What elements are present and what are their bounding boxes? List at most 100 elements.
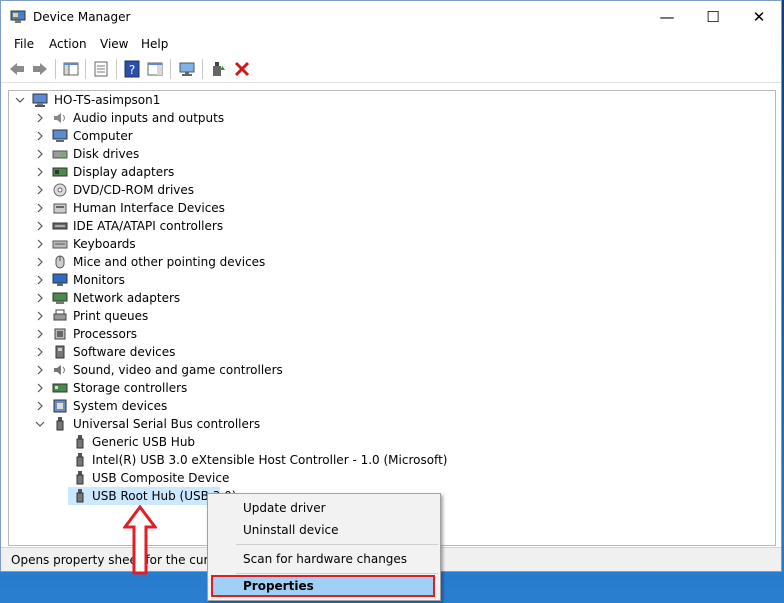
tree-category-label: Print queues: [73, 309, 149, 323]
tree-device-label: Generic USB Hub: [92, 435, 196, 449]
toolbar-separator: [170, 59, 171, 79]
title-bar[interactable]: Device Manager — ☐ ✕: [1, 1, 781, 33]
menu-uninstall-device[interactable]: Uninstall device: [208, 519, 440, 541]
tree-category-label: Software devices: [73, 345, 176, 359]
menu-file[interactable]: File: [14, 37, 34, 51]
storage-controller-icon: [52, 383, 68, 393]
chevron-right-icon[interactable]: [35, 163, 45, 181]
menu-update-driver[interactable]: Update driver: [208, 497, 440, 519]
tree-category[interactable]: Human Interface Devices: [35, 199, 295, 217]
dvd-drive-icon: [53, 183, 67, 197]
chevron-down-icon[interactable]: [35, 415, 45, 433]
tree-category[interactable]: Storage controllers: [35, 379, 295, 397]
tree-category[interactable]: Print queues: [35, 307, 295, 325]
back-arrow-icon[interactable]: [8, 60, 26, 78]
maximize-button[interactable]: ☐: [690, 1, 736, 33]
menu-separator: [236, 573, 438, 574]
scan-hardware-icon[interactable]: [178, 60, 196, 78]
chevron-right-icon[interactable]: [35, 181, 45, 199]
device-manager-icon: [10, 10, 26, 23]
tree-category-label: Mice and other pointing devices: [73, 255, 266, 269]
chevron-right-icon[interactable]: [35, 199, 45, 217]
help-icon[interactable]: ?: [123, 60, 141, 78]
menu-scan-hardware[interactable]: Scan for hardware changes: [208, 548, 440, 570]
tree-category[interactable]: Monitors: [35, 271, 295, 289]
tree-category-label: Monitors: [73, 273, 125, 287]
tree-category[interactable]: Computer: [35, 127, 295, 145]
tree-category[interactable]: Keyboards: [35, 235, 295, 253]
tree-device[interactable]: USB Composite Device: [72, 469, 412, 487]
update-driver-icon[interactable]: [209, 60, 227, 78]
tree-category-label: Storage controllers: [73, 381, 188, 395]
uninstall-device-icon[interactable]: [233, 60, 251, 78]
menu-properties-label: Properties: [243, 579, 314, 593]
tree-category[interactable]: Disk drives: [35, 145, 295, 163]
chevron-right-icon[interactable]: [35, 343, 45, 361]
chevron-right-icon[interactable]: [35, 361, 45, 379]
chevron-right-icon[interactable]: [35, 325, 45, 343]
menu-properties[interactable]: Properties: [208, 575, 440, 597]
tree-category[interactable]: Audio inputs and outputs: [35, 109, 295, 127]
window-title: Device Manager: [33, 10, 131, 24]
menu-scan-hardware-label: Scan for hardware changes: [243, 552, 408, 566]
action-pane-icon[interactable]: [146, 60, 164, 78]
chevron-right-icon[interactable]: [35, 271, 45, 289]
show-hide-console-tree-icon[interactable]: [62, 60, 80, 78]
chevron-right-icon[interactable]: [35, 127, 45, 145]
display-adapter-icon: [52, 167, 68, 177]
tree-category[interactable]: Universal Serial Bus controllers: [35, 415, 295, 433]
close-button[interactable]: ✕: [736, 1, 782, 33]
tree-category-label: Disk drives: [73, 147, 140, 161]
tree-category-label: Network adapters: [73, 291, 181, 305]
chevron-right-icon[interactable]: [35, 307, 45, 325]
tree-category-label: IDE ATA/ATAPI controllers: [73, 219, 224, 233]
tree-category[interactable]: Sound, video and game controllers: [35, 361, 295, 379]
tree-root[interactable]: HO-TS-asimpson1: [15, 91, 215, 109]
printer-icon: [53, 309, 67, 321]
hid-icon: [53, 203, 67, 214]
usb-plug-icon: [76, 453, 84, 467]
toolbar-separator: [202, 59, 203, 79]
tree-device[interactable]: Generic USB Hub: [72, 433, 412, 451]
tree-category[interactable]: DVD/CD-ROM drives: [35, 181, 295, 199]
tree-device-label: USB Composite Device: [92, 471, 230, 485]
chevron-right-icon[interactable]: [35, 235, 45, 253]
toolbar-separator: [85, 59, 86, 79]
forward-arrow-icon[interactable]: [31, 60, 49, 78]
tree-category[interactable]: Display adapters: [35, 163, 295, 181]
svg-text:?: ?: [129, 63, 135, 77]
tree-category[interactable]: Processors: [35, 325, 295, 343]
menu-separator: [236, 544, 438, 545]
tree-device[interactable]: Intel(R) USB 3.0 eXtensible Host Control…: [72, 451, 447, 469]
chevron-right-icon[interactable]: [35, 109, 45, 127]
tree-category-label: Display adapters: [73, 165, 175, 179]
tree-category[interactable]: IDE ATA/ATAPI controllers: [35, 217, 295, 235]
menu-view[interactable]: View: [100, 37, 128, 51]
properties-icon[interactable]: [92, 60, 110, 78]
minimize-button[interactable]: —: [644, 1, 690, 33]
tree-category[interactable]: Network adapters: [35, 289, 295, 307]
menu-action[interactable]: Action: [49, 37, 87, 51]
chevron-right-icon[interactable]: [35, 253, 45, 271]
menu-uninstall-device-label: Uninstall device: [243, 523, 339, 537]
chevron-right-icon[interactable]: [35, 289, 45, 307]
chevron-right-icon[interactable]: [35, 379, 45, 397]
mouse-icon: [55, 255, 65, 269]
monitor-icon: [52, 273, 68, 286]
computer-name: HO-TS-asimpson1: [54, 93, 161, 107]
tree-category-label: Keyboards: [73, 237, 136, 251]
usb-plug-icon: [76, 471, 84, 485]
menu-update-driver-label: Update driver: [243, 501, 326, 515]
processor-icon: [54, 328, 66, 340]
tree-category[interactable]: Software devices: [35, 343, 295, 361]
toolbar-separator: [55, 59, 56, 79]
chevron-right-icon[interactable]: [35, 145, 45, 163]
chevron-right-icon[interactable]: [35, 217, 45, 235]
chevron-right-icon[interactable]: [35, 397, 45, 415]
tree-category[interactable]: System devices: [35, 397, 295, 415]
menu-help[interactable]: Help: [141, 37, 168, 51]
up-arrow-annotation-icon: [123, 505, 157, 575]
chevron-down-icon[interactable]: [15, 91, 25, 109]
usb-icon: [56, 417, 64, 431]
tree-category[interactable]: Mice and other pointing devices: [35, 253, 295, 271]
